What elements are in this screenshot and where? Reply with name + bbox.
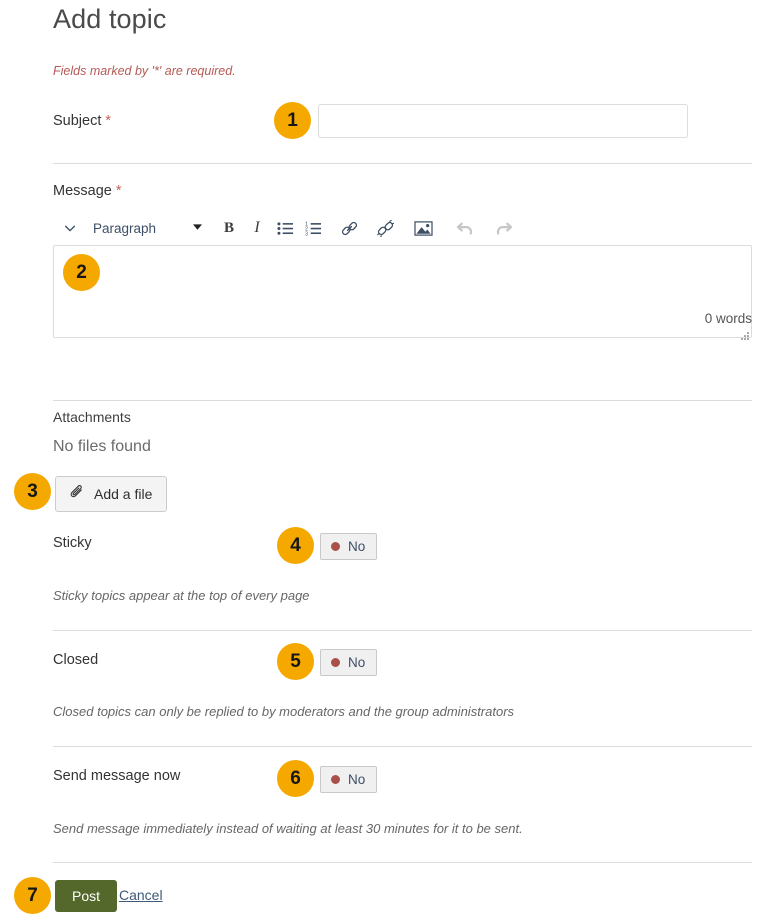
attachments-title: Attachments	[53, 409, 131, 425]
bold-icon[interactable]: B	[216, 215, 242, 241]
word-count: 0 words	[705, 311, 752, 326]
link-icon[interactable]	[336, 215, 362, 241]
sticky-toggle[interactable]: No	[320, 533, 377, 560]
divider-message	[53, 400, 752, 401]
closed-label: Closed	[53, 652, 98, 668]
message-required-star: *	[116, 183, 122, 199]
paperclip-icon	[70, 485, 85, 503]
required-fields-note: Fields marked by '*' are required.	[53, 64, 236, 78]
numbered-list-icon[interactable]: 1 2 3	[300, 215, 326, 241]
message-label-text: Message	[53, 183, 112, 199]
send-message-now-toggle[interactable]: No	[320, 766, 377, 793]
chevron-down-icon[interactable]	[57, 215, 83, 241]
closed-toggle-value: No	[348, 655, 365, 670]
svg-text:3: 3	[305, 231, 308, 236]
paragraph-format-value: Paragraph	[93, 221, 175, 236]
message-editor: Paragraph B I	[53, 211, 752, 338]
send-message-now-toggle-value: No	[348, 772, 365, 787]
paragraph-format-select[interactable]: Paragraph	[93, 221, 202, 236]
cancel-link[interactable]: Cancel	[119, 887, 163, 903]
add-file-button[interactable]: Add a file	[55, 476, 167, 512]
divider-closed	[53, 746, 752, 747]
unlink-icon[interactable]	[372, 215, 398, 241]
closed-toggle[interactable]: No	[320, 649, 377, 676]
add-file-label: Add a file	[94, 486, 152, 502]
step-badge-3: 3	[14, 473, 51, 510]
undo-icon[interactable]	[452, 215, 478, 241]
toggle-status-dot	[331, 542, 340, 551]
step-badge-6: 6	[277, 760, 314, 797]
send-message-now-label: Send message now	[53, 768, 180, 784]
caret-down-icon	[193, 223, 202, 233]
post-button[interactable]: Post	[55, 880, 117, 912]
sticky-help-text: Sticky topics appear at the top of every…	[53, 588, 310, 603]
message-editor-content[interactable]	[53, 245, 752, 338]
step-badge-4: 4	[277, 527, 314, 564]
italic-icon[interactable]: I	[244, 215, 270, 241]
editor-toolbar: Paragraph B I	[53, 211, 752, 245]
step-badge-1: 1	[274, 102, 311, 139]
divider-subject	[53, 163, 752, 164]
subject-required-star: *	[105, 113, 111, 129]
redo-icon[interactable]	[490, 215, 516, 241]
toggle-status-dot	[331, 658, 340, 667]
sticky-label: Sticky	[53, 535, 92, 551]
page-title: Add topic	[53, 4, 166, 35]
divider-footer	[53, 862, 752, 863]
message-label: Message *	[53, 183, 122, 199]
step-badge-2: 2	[63, 254, 100, 291]
toggle-status-dot	[331, 775, 340, 784]
closed-help-text: Closed topics can only be replied to by …	[53, 704, 514, 719]
bullet-list-icon[interactable]	[272, 215, 298, 241]
subject-label: Subject *	[53, 113, 111, 129]
attachments-empty-text: No files found	[53, 438, 151, 456]
sticky-toggle-value: No	[348, 539, 365, 554]
divider-sticky	[53, 630, 752, 631]
step-badge-7: 7	[14, 877, 51, 914]
editor-resize-handle[interactable]	[740, 332, 750, 342]
image-icon[interactable]	[410, 215, 436, 241]
add-topic-form-page: Add topic Fields marked by '*' are requi…	[0, 0, 761, 920]
step-badge-5: 5	[277, 643, 314, 680]
subject-input[interactable]	[318, 104, 688, 138]
send-message-now-help-text: Send message immediately instead of wait…	[53, 821, 523, 836]
subject-label-text: Subject	[53, 113, 101, 129]
